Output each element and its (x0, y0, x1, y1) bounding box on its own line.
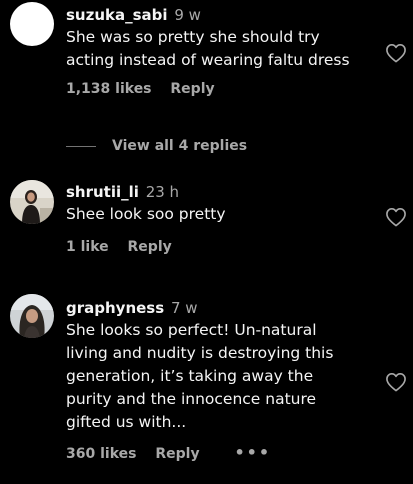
comment-text-line: Shee look soo pretty (66, 205, 226, 223)
comment-text-line: gifted us with... (66, 413, 187, 431)
comment-text-line: purity and the innocence nature (66, 390, 317, 408)
replies-divider (66, 145, 96, 147)
comment-actions: 360 likes Reply ••• (66, 444, 381, 463)
comment-text-line: She was so pretty she should try (66, 28, 320, 46)
likes-count[interactable]: 1 like (66, 238, 109, 256)
comment-text: Shee look soo pretty (66, 203, 381, 226)
username[interactable]: suzuka_sabi (66, 6, 168, 24)
likes-count[interactable]: 360 likes (66, 445, 136, 463)
avatar-photo (10, 180, 54, 224)
username[interactable]: graphyness (66, 299, 164, 317)
more-options-icon[interactable]: ••• (234, 444, 271, 462)
avatar[interactable] (10, 294, 54, 338)
heart-outline-icon[interactable] (385, 372, 407, 392)
comment-graphyness: graphyness 7 w She looks so perfect! Un-… (0, 288, 413, 484)
comment-actions: 1 like Reply (66, 238, 381, 256)
comment-text-line: generation, it’s taking away the (66, 367, 314, 385)
heart-outline-icon[interactable] (385, 207, 407, 227)
comment-text-line: She looks so perfect! Un-natural (66, 321, 317, 339)
comment-shrutii-li: shrutii_li 23 h Shee look soo pretty 1 l… (0, 170, 413, 270)
timestamp[interactable]: 9 w (174, 6, 201, 24)
comment-text: She was so pretty she should try acting … (66, 26, 381, 72)
heart-outline-icon[interactable] (385, 43, 407, 63)
comment-header: graphyness 7 w (66, 298, 381, 318)
username[interactable]: shrutii_li (66, 183, 139, 201)
avatar[interactable] (10, 180, 54, 224)
comment-text-line: acting instead of wearing faltu dress (66, 51, 350, 69)
reply-button[interactable]: Reply (170, 80, 214, 98)
avatar[interactable] (10, 2, 54, 46)
view-all-replies-button[interactable]: View all 4 replies (66, 136, 247, 156)
likes-count[interactable]: 1,138 likes (66, 80, 152, 98)
timestamp[interactable]: 7 w (171, 299, 198, 317)
timestamp[interactable]: 23 h (146, 183, 179, 201)
reply-button[interactable]: Reply (155, 445, 199, 463)
view-replies-label: View all 4 replies (112, 138, 248, 154)
reply-button[interactable]: Reply (128, 238, 172, 256)
comment-header: shrutii_li 23 h (66, 182, 381, 202)
comment-actions: 1,138 likes Reply (66, 80, 381, 98)
comment-header: suzuka_sabi 9 w (66, 5, 381, 25)
comment-text-line: living and nudity is destroying this (66, 344, 334, 362)
comment-text: She looks so perfect! Un-natural living … (66, 319, 381, 434)
avatar-photo (10, 294, 54, 338)
